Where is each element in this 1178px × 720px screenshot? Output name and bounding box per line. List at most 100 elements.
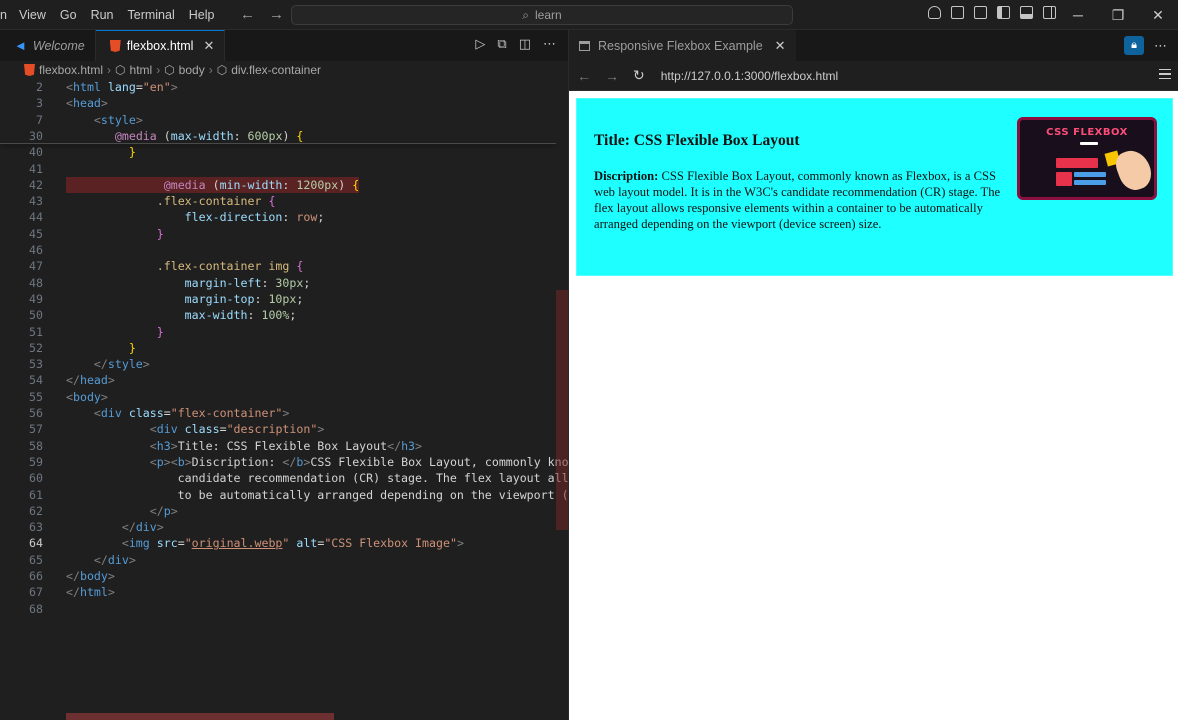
line-number: 41 xyxy=(29,161,43,176)
code-line[interactable]: 40 } xyxy=(0,144,568,160)
code-line[interactable]: 48 margin-left: 30px; xyxy=(0,275,568,291)
code-line[interactable]: 53 </style> xyxy=(0,356,568,372)
restore-icon[interactable]: ❐ xyxy=(1098,0,1138,30)
forward-arrow-icon[interactable]: → xyxy=(605,68,619,84)
code-line[interactable]: 58 <h3>Title: CSS Flexible Box Layout</h… xyxy=(0,438,568,454)
menu-item-file[interactable]: n xyxy=(0,0,12,30)
more-actions-icon[interactable]: ⋯ xyxy=(543,36,556,52)
split-editor-icon[interactable]: ◫ xyxy=(519,36,531,52)
code-line[interactable]: 51 } xyxy=(0,324,568,340)
toggle-secondary-sidebar-icon[interactable] xyxy=(1043,6,1056,19)
description-label: Discription: xyxy=(594,169,659,183)
tab-flexbox-html-label: flexbox.html xyxy=(126,39,194,53)
horizontal-scrollbar[interactable] xyxy=(66,713,334,720)
tab-flexbox-html[interactable]: flexbox.html ✕ xyxy=(95,30,226,61)
menu-icon[interactable] xyxy=(1159,69,1171,79)
code-line[interactable]: 42 @media (min-width: 1200px) { xyxy=(0,176,568,194)
toggle-panel-icon[interactable] xyxy=(1020,6,1033,19)
code-text: <h3>Title: CSS Flexible Box Layout</h3> xyxy=(149,438,423,453)
customize-layout-icon[interactable] xyxy=(951,6,964,19)
code-line[interactable]: 67 </html> xyxy=(0,584,568,600)
window-controls: ─ ❐ ✕ xyxy=(1058,0,1178,30)
code-line[interactable]: 59 <p><b>Discription: </b>CSS Flexible B… xyxy=(0,454,568,470)
account-icon[interactable] xyxy=(928,6,941,19)
run-icon[interactable]: ▷ xyxy=(475,36,485,52)
code-line[interactable]: 30 @media (max-width: 600px) { xyxy=(0,128,568,144)
element-icon: ⬡ xyxy=(216,63,228,77)
menu-item-view[interactable]: View xyxy=(12,0,53,30)
code-text: </style> xyxy=(93,357,150,372)
menu-item-run[interactable]: Run xyxy=(84,0,121,30)
code-line[interactable]: 3 <head> xyxy=(0,95,568,111)
code-line[interactable]: 43 .flex-container { xyxy=(0,193,568,209)
code-line[interactable]: 45 } xyxy=(0,226,568,242)
close-icon[interactable]: ✕ xyxy=(203,38,214,54)
url-input[interactable]: http://127.0.0.1:3000/flexbox.html xyxy=(661,69,838,83)
code-text: to be automatically arranged depending o… xyxy=(66,487,568,502)
command-center-search[interactable]: ⌕ learn xyxy=(291,5,793,25)
code-line[interactable]: 57 <div class="description"> xyxy=(0,421,568,437)
extensions-layout-icon[interactable] xyxy=(974,6,987,19)
menu-item-help[interactable]: Help xyxy=(182,0,222,30)
toggle-primary-sidebar-icon[interactable] xyxy=(997,6,1010,19)
flexbox-image: CSS FLEXBOX xyxy=(1017,117,1157,200)
code-line[interactable]: 63 </div> xyxy=(0,519,568,535)
line-number: 52 xyxy=(29,340,43,355)
flexbox-image-title: CSS FLEXBOX xyxy=(1046,127,1128,138)
close-window-icon[interactable]: ✕ xyxy=(1138,0,1178,30)
tab-welcome[interactable]: ◄ Welcome xyxy=(0,30,96,61)
code-line[interactable]: 61 to be automatically arranged dependin… xyxy=(0,487,568,503)
layout-controls xyxy=(928,6,1056,19)
vscode-logo-icon: ◄ xyxy=(14,38,27,53)
code-line[interactable]: 2 <html lang="en"> xyxy=(0,79,568,95)
code-line[interactable]: 66 </body> xyxy=(0,568,568,584)
back-arrow-icon[interactable]: ← xyxy=(577,68,591,84)
code-line[interactable]: 55 <body> xyxy=(0,389,568,405)
breadcrumb-body[interactable]: body xyxy=(179,63,205,77)
code-line[interactable]: 64 <img src="original.webp" alt="CSS Fle… xyxy=(0,535,568,551)
line-number: 56 xyxy=(29,406,43,420)
line-number: 62 xyxy=(29,503,43,518)
code-line[interactable]: 65 </div> xyxy=(0,552,568,568)
code-line[interactable]: 62 </p> xyxy=(0,503,568,519)
code-line[interactable]: 68 xyxy=(0,601,568,617)
forward-arrow-icon[interactable]: → xyxy=(269,6,284,23)
menu-item-go[interactable]: Go xyxy=(53,0,84,30)
html5-file-icon xyxy=(109,40,121,52)
preview-actions: 🔒︎ ⋯ xyxy=(1124,36,1167,55)
code-line[interactable]: 46 xyxy=(0,242,568,258)
minimize-icon[interactable]: ─ xyxy=(1058,0,1098,30)
line-number: 40 xyxy=(29,145,43,160)
line-number: 50 xyxy=(29,308,43,323)
menu-item-terminal[interactable]: Terminal xyxy=(121,0,182,30)
tab-responsive-flexbox-example[interactable]: Responsive Flexbox Example ✕ xyxy=(569,30,796,61)
code-line[interactable]: 49 margin-top: 10px; xyxy=(0,291,568,307)
line-number: 64 xyxy=(29,536,43,551)
breadcrumb-div[interactable]: div.flex-container xyxy=(231,63,321,77)
code-line[interactable]: 56 <div class="flex-container"> xyxy=(0,405,568,421)
lock-group-icon[interactable]: 🔒︎ xyxy=(1124,36,1144,55)
breadcrumb-html[interactable]: html xyxy=(130,63,153,77)
line-number: 67 xyxy=(29,585,43,600)
open-preview-icon[interactable]: ⧉ xyxy=(497,36,506,52)
code-line[interactable]: 52 } xyxy=(0,340,568,356)
code-line[interactable]: 7 <style> xyxy=(0,112,568,128)
rendered-page: Title: CSS Flexible Box Layout Discripti… xyxy=(569,92,1178,720)
code-text: @media (max-width: 600px) { xyxy=(114,128,304,143)
code-line[interactable]: 60 candidate recommendation (CR) stage. … xyxy=(0,470,568,486)
code-line[interactable]: 54 </head> xyxy=(0,372,568,388)
back-arrow-icon[interactable]: ← xyxy=(240,6,255,23)
reload-icon[interactable]: ↻ xyxy=(633,67,645,84)
code-line[interactable]: 47 .flex-container img { xyxy=(0,258,568,274)
code-line[interactable]: 41 xyxy=(0,161,568,177)
line-number: 58 xyxy=(29,438,43,453)
chevron-right-icon: › xyxy=(107,63,112,77)
code-line[interactable]: 50 max-width: 100%; xyxy=(0,307,568,323)
breadcrumb-file[interactable]: flexbox.html xyxy=(39,63,103,77)
more-actions-icon[interactable]: ⋯ xyxy=(1154,38,1167,54)
code-lines[interactable]: 2 <html lang="en"> 3 <head> 7 <style> 30 @med… xyxy=(0,79,568,720)
code-line[interactable]: 44 flex-direction: row; xyxy=(0,209,568,225)
code-text: <img src="original.webp" alt="CSS Flexbo… xyxy=(121,536,464,551)
close-icon[interactable]: ✕ xyxy=(775,38,786,54)
code-text: <style> xyxy=(93,112,143,127)
